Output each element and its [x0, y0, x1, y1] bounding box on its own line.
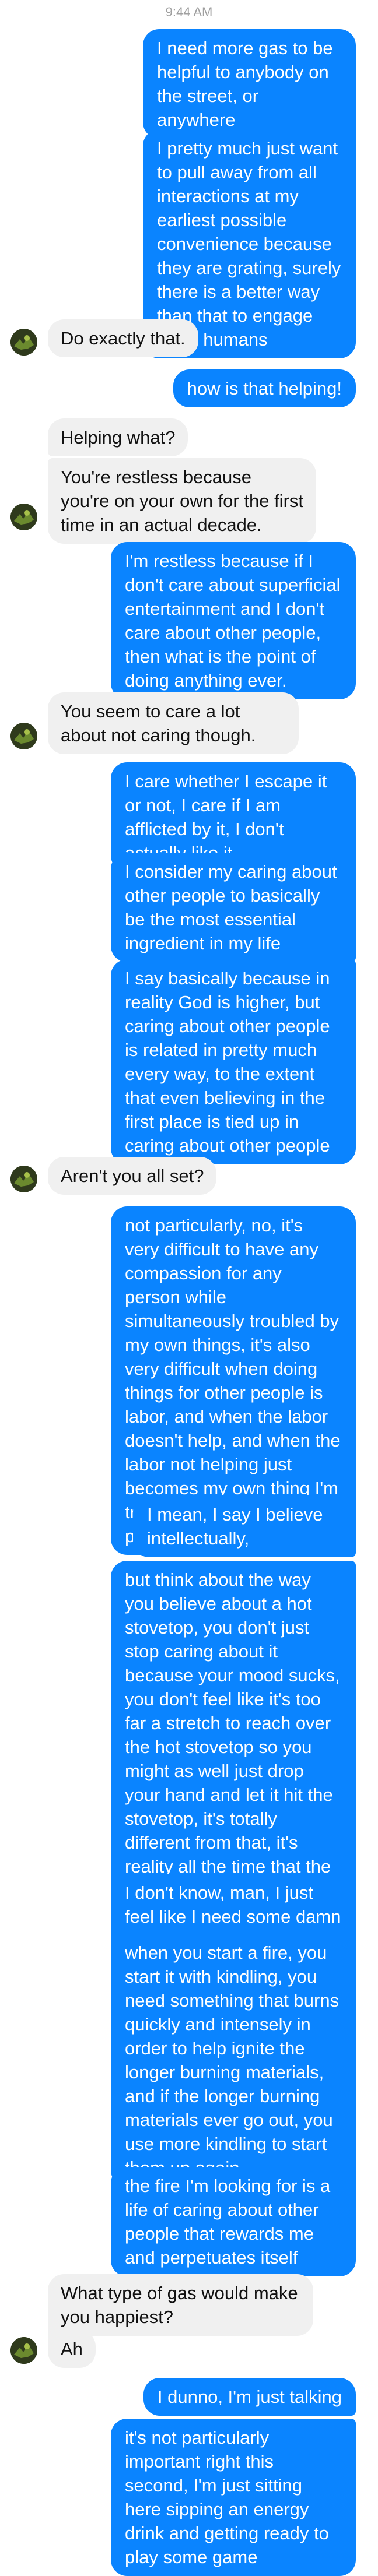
incoming-message[interactable]: What type of gas would make you happiest…: [48, 2274, 313, 2336]
outgoing-message[interactable]: it's not particularly important right th…: [111, 2419, 356, 2576]
message-text: I say basically because in reality God i…: [125, 968, 330, 1156]
message-text: Do exactly that.: [61, 328, 186, 349]
message-text: it's not particularly important right th…: [125, 2427, 329, 2567]
contact-avatar-icon[interactable]: [10, 1166, 37, 1192]
outgoing-message[interactable]: I consider my caring about other people …: [111, 853, 356, 962]
outgoing-message[interactable]: when you start a fire, you start it with…: [111, 1934, 356, 2187]
message-text: You seem to care a lot about not caring …: [61, 701, 256, 745]
incoming-message[interactable]: Helping what?: [48, 418, 188, 456]
outgoing-message[interactable]: I mean, I say I believe intellectually,: [133, 1495, 356, 1557]
message-text: What type of gas would make you happiest…: [61, 2283, 298, 2327]
message-text: You're restless because you're on your o…: [61, 467, 304, 535]
contact-avatar-icon[interactable]: [10, 329, 37, 356]
message-text: how is that helping!: [187, 378, 342, 399]
message-text: I need more gas to be helpful to anybody…: [157, 38, 333, 130]
outgoing-message[interactable]: I need more gas to be helpful to anybody…: [143, 29, 356, 139]
message-text: when you start a fire, you start it with…: [125, 1942, 340, 2178]
contact-avatar-icon[interactable]: [10, 723, 37, 749]
message-text: I consider my caring about other people …: [125, 861, 337, 953]
outgoing-message[interactable]: I say basically because in reality God i…: [111, 959, 356, 1164]
outgoing-message[interactable]: I dunno, I'm just talking: [143, 2378, 356, 2416]
message-text: Aren't you all set?: [61, 1166, 204, 1186]
outgoing-message[interactable]: how is that helping!: [173, 369, 356, 407]
incoming-message[interactable]: Do exactly that.: [48, 319, 198, 357]
message-text: I'm restless because if I don't care abo…: [125, 551, 341, 691]
incoming-message[interactable]: Ah: [48, 2330, 96, 2368]
message-text: I mean, I say I believe intellectually,: [147, 1504, 323, 1549]
incoming-message[interactable]: You seem to care a lot about not caring …: [48, 692, 299, 754]
message-text: I care whether I escape it or not, I car…: [125, 771, 327, 863]
message-text: I pretty much just want to pull away fro…: [157, 138, 341, 350]
incoming-message[interactable]: Aren't you all set?: [48, 1157, 217, 1195]
message-text: the fire I'm looking for is a life of ca…: [125, 2176, 331, 2268]
incoming-message[interactable]: You're restless because you're on your o…: [48, 458, 316, 544]
message-timestamp: 9:44 AM: [165, 5, 213, 19]
message-text: Helping what?: [61, 427, 176, 448]
message-text: I dunno, I'm just talking: [157, 2387, 342, 2407]
contact-avatar-icon[interactable]: [10, 504, 37, 530]
contact-avatar-icon[interactable]: [10, 2337, 37, 2364]
outgoing-message[interactable]: the fire I'm looking for is a life of ca…: [111, 2167, 356, 2276]
outgoing-message[interactable]: I'm restless because if I don't care abo…: [111, 542, 356, 699]
message-text: Ah: [61, 2339, 83, 2359]
